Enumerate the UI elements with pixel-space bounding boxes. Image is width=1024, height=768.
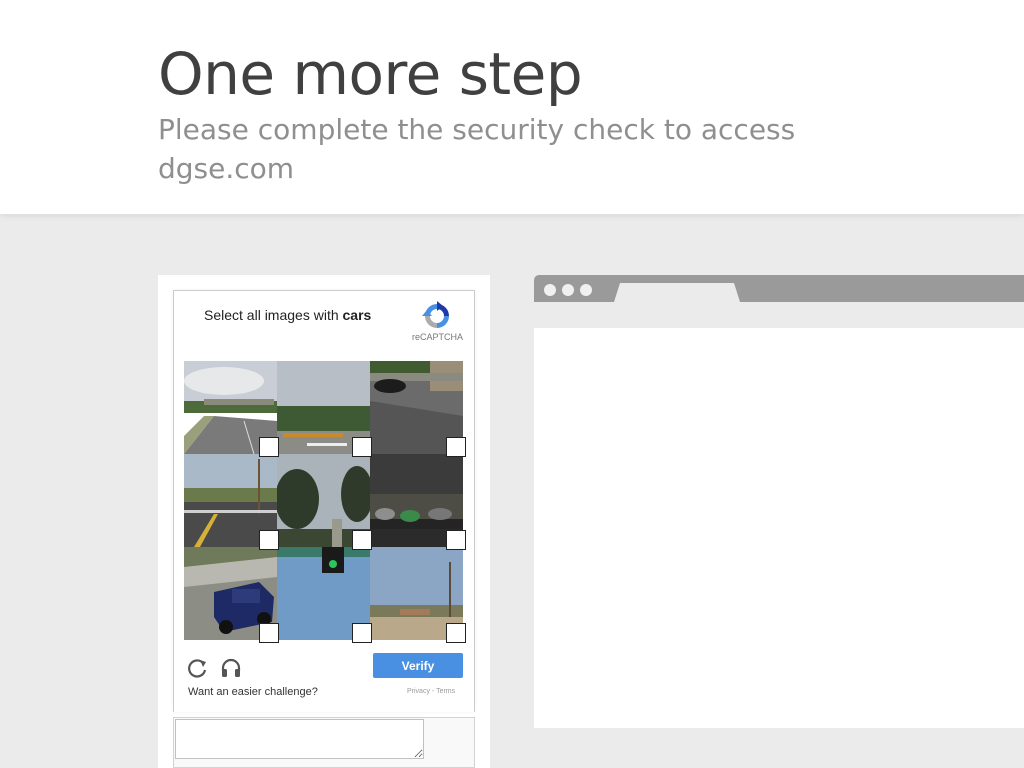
browser-titlebar: [534, 275, 1024, 302]
window-dot: [562, 284, 574, 296]
recaptcha-label: reCAPTCHA: [412, 332, 464, 342]
tile-checkbox[interactable]: [352, 530, 372, 550]
captcha-response-input[interactable]: [175, 719, 424, 759]
tile-checkbox[interactable]: [446, 623, 466, 643]
prompt-target: cars: [342, 307, 372, 323]
privacy-link[interactable]: Privacy: [407, 688, 430, 695]
browser-toolbar: [534, 302, 1024, 328]
response-field: [173, 717, 475, 768]
image-grid: [184, 361, 466, 643]
verify-button[interactable]: Verify: [373, 653, 463, 678]
tile-checkbox[interactable]: [446, 437, 466, 457]
window-dot: [544, 284, 556, 296]
page-subtitle: Please complete the security check to ac…: [158, 113, 796, 185]
challenge-prompt: Select all images with cars: [204, 307, 371, 323]
headphones-icon[interactable]: [220, 657, 242, 679]
reload-icon[interactable]: [186, 657, 208, 679]
window-dot: [580, 284, 592, 296]
tile-checkbox[interactable]: [259, 437, 279, 457]
browser-viewport: [534, 328, 1024, 728]
tile-checkbox[interactable]: [259, 623, 279, 643]
terms-link[interactable]: Terms: [436, 688, 455, 695]
challenge-footer: Verify Want an easier challenge? Privacy…: [174, 653, 476, 713]
browser-tab: [614, 283, 740, 302]
prompt-prefix: Select all images with: [204, 307, 339, 323]
captcha-card: Select all images with cars reCAPTCHA Ve…: [158, 275, 490, 768]
tile-checkbox[interactable]: [352, 437, 372, 457]
tile-checkbox[interactable]: [446, 530, 466, 550]
page-header: One more step Please complete the securi…: [0, 0, 1024, 214]
legal-links: Privacy - Terms: [407, 688, 455, 695]
easier-challenge-link[interactable]: Want an easier challenge?: [188, 686, 318, 698]
recaptcha-challenge: Select all images with cars reCAPTCHA Ve…: [173, 290, 475, 712]
browser-illustration: [534, 275, 1024, 728]
recaptcha-logo-icon: [422, 301, 449, 328]
page-title: One more step: [158, 40, 583, 108]
tile-checkbox[interactable]: [259, 530, 279, 550]
tile-checkbox[interactable]: [352, 623, 372, 643]
